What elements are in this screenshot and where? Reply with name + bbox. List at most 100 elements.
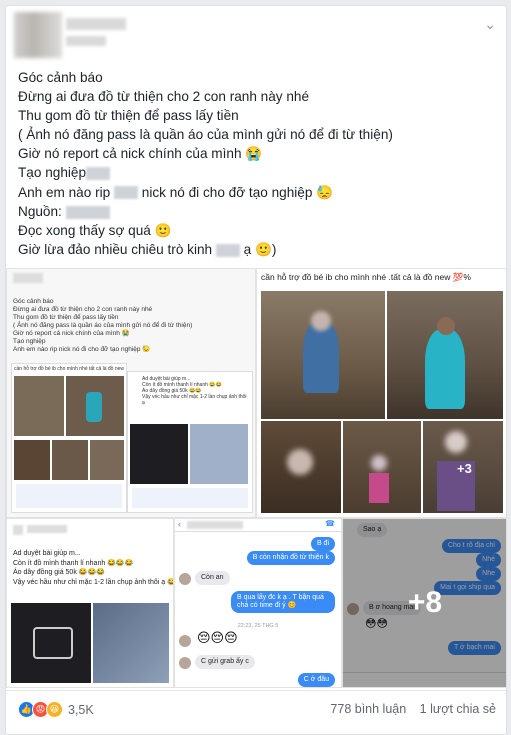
mini-line: Giờ nó report cả nick chính của mình 😭: [13, 330, 130, 337]
post-stats: 778 bình luận 1 lượt chia sẻ: [320, 702, 496, 716]
photo-room-3: +3: [423, 421, 503, 513]
redacted-source: [65, 205, 110, 219]
photo-jeans: [93, 603, 169, 683]
redacted-avatar: [13, 525, 23, 535]
child-head: [437, 317, 455, 335]
more-photos-overlay[interactable]: +8: [343, 519, 506, 687]
photo-tshirt: [130, 424, 188, 484]
photo-tile-sale[interactable]: Ad duyệt bài giúp m... Còn ít đồ mình th…: [6, 518, 174, 688]
more-photos-count: +8: [407, 586, 443, 619]
blurred-face: [371, 455, 387, 471]
photo-room: [52, 440, 88, 480]
photo-house: [14, 376, 64, 436]
reaction-count: 3,5K: [68, 702, 94, 717]
post-line-text: nick nó đi cho đỡ tạo nghiệp 😓: [141, 184, 334, 200]
child-figure: [425, 329, 465, 409]
post-line: Thu gom đồ từ thiện để pass lấy tiền: [18, 108, 239, 124]
child-figure: [303, 321, 339, 393]
sale-line: Ad duyệt bài giúp m...: [13, 550, 81, 557]
mini-chat: [132, 488, 248, 508]
photo-child-1: [261, 291, 385, 419]
post-line: ( Ảnh nó đăng pass là quần áo của mình g…: [18, 127, 393, 143]
blurred-face: [287, 449, 313, 475]
comments-link[interactable]: 778 bình luận: [330, 702, 406, 716]
chat-bubble-received: C gửi grab ấy c: [195, 655, 255, 669]
screenshot-text: Góc cảnh báo Đừng ai đưa đồ từ thiện cho…: [7, 295, 198, 357]
mini-line: Thu gom đồ từ thiện để pass lấy tiền: [13, 314, 119, 321]
photo-grid: Góc cảnh báo Đừng ai đưa đồ từ thiện cho…: [6, 268, 506, 688]
photo-tile-chat-more[interactable]: Sao ạ Cho t rõ địa chỉ Nhé Nhe Mai t gọi…: [342, 518, 506, 688]
blurred-face: [311, 311, 331, 331]
photo-child: [86, 392, 102, 422]
child-figure: [369, 473, 389, 503]
redacted-avatar: [13, 273, 43, 283]
nested-sale-post: Ad duyệt bài giúp m... Còn ít đồ mình th…: [127, 371, 253, 513]
photo-tshirt: [11, 603, 91, 683]
post-line-text: Anh em nào rip: [18, 184, 111, 200]
emoji-message: 😔😔😔: [197, 631, 238, 646]
author-name-blurred[interactable]: [66, 18, 126, 30]
post-meta-blurred: [66, 36, 106, 46]
redacted-text: [113, 186, 138, 200]
redacted-name: [27, 525, 67, 533]
call-icon: ☎: [325, 519, 335, 528]
shares-link[interactable]: 1 lượt chia sẻ: [420, 702, 496, 716]
mini-line: ( Ảnh nó đăng pass là quần áo của mình g…: [13, 322, 193, 329]
photo-room-2: [343, 421, 421, 513]
contact-avatar: [179, 635, 191, 647]
contact-avatar: [179, 573, 191, 585]
post-line: Đọc xong thấy sợ quá 🙂: [18, 222, 172, 238]
nested-photo-post: cần hỗ trợ đồ bé ib cho mình nhé tất cả …: [11, 363, 127, 513]
chat-timestamp: 22:23, 25 THG 5: [237, 623, 279, 629]
contact-avatar: [179, 657, 191, 669]
chevron-down-icon[interactable]: ⌄: [484, 16, 496, 33]
post-line: Anh em nào rip nick nó đi cho đỡ tạo ngh…: [18, 183, 498, 202]
sale-line: Vậy véc hầu như chỉ mặc 1-2 lần chụp ảnh…: [13, 578, 174, 586]
more-photos-count: +3: [457, 461, 472, 476]
mini-sale-text: Ad duyệt bài giúp m... Còn ít đồ mình th…: [128, 372, 252, 406]
photo-tile-screenshot[interactable]: Góc cảnh báo Đừng ai đưa đồ từ thiện cho…: [6, 268, 256, 518]
photo-jeans: [190, 424, 248, 484]
sale-line: Áo dây đồng giá 50k 😂😂😂: [13, 569, 105, 576]
post-line: Đừng ai đưa đồ từ thiện cho 2 con ranh n…: [18, 89, 310, 105]
chat-bubble-sent: B qua lấy đc k ạ . T bận quá chả có time…: [231, 591, 335, 613]
photo-tile-chat[interactable]: ‹ ☎ B đi B còn nhận đồ từ thiện k Còn an…: [174, 518, 342, 688]
post-line-text: Giờ lừa đảo nhiều chiêu trò kinh: [18, 241, 213, 257]
chat-header: ‹ ☎: [175, 519, 341, 532]
reactions-summary[interactable]: 👍 😡 😆 3,5K: [18, 701, 94, 718]
post-line: Tạo nghiệp: [18, 163, 498, 182]
mini-caption: cần hỗ trợ đồ bé ib cho mình nhé tất cả …: [14, 366, 125, 372]
photo-room-1: [261, 421, 341, 513]
redacted-contact-name: [187, 521, 243, 529]
sale-line: Còn ít đồ mình thanh lí nhanh 😂😂😂: [13, 559, 134, 567]
photo-tile-collage[interactable]: cần hỗ trợ đồ bé ib cho mình nhé .tất cả…: [256, 268, 506, 518]
photo-room: [14, 440, 50, 480]
post-text: Góc cảnh báo Đừng ai đưa đồ từ thiện cho…: [18, 68, 498, 259]
photo-child-2: [387, 291, 503, 419]
chat-bubble-sent: C ở đâu: [297, 673, 335, 687]
chat-bubble-sent: B còn nhận đồ từ thiện k: [246, 551, 335, 565]
haha-reaction-icon: 😆: [46, 701, 63, 718]
post-line: Giờ lừa đảo nhiều chiêu trò kinh ạ 🙂): [18, 240, 498, 259]
post-line-text: Nguồn:: [18, 203, 62, 219]
post-line: Nguồn:: [18, 202, 498, 221]
chat-bubble-received: Còn an: [195, 571, 230, 585]
post-line-text: ạ 🙂): [243, 241, 277, 257]
collage-caption: cần hỗ trợ đồ bé ib cho mình nhé .tất cả…: [261, 272, 471, 282]
mini-line: Đừng ai đưa đồ từ thiện cho 2 con ranh n…: [13, 306, 153, 313]
blurred-face: [445, 431, 467, 453]
sale-text: Ad duyệt bài giúp m... Còn ít đồ mình th…: [13, 549, 174, 587]
tshirt-print: [33, 627, 73, 659]
mini-line: Góc cảnh báo: [13, 298, 54, 305]
post-line: Giờ nó report cả nick chính của mình 😭: [18, 146, 263, 162]
redacted-text: [86, 167, 111, 181]
post-card: ⌄ Góc cảnh báo Đừng ai đưa đồ từ thiện c…: [5, 5, 507, 735]
photo-room: [90, 440, 124, 480]
redacted-text: [215, 243, 240, 257]
mini-line: Vậy véc hầu như chỉ mặc 1-2 lần chụp ảnh…: [142, 394, 247, 406]
mini-chat: [16, 484, 122, 508]
post-footer: 👍 😡 😆 3,5K 778 bình luận 1 lượt chia sẻ: [6, 690, 506, 727]
back-arrow-icon: ‹: [178, 519, 181, 529]
mini-line: Tạo nghiệp: [13, 338, 46, 345]
author-avatar[interactable]: [14, 12, 62, 58]
